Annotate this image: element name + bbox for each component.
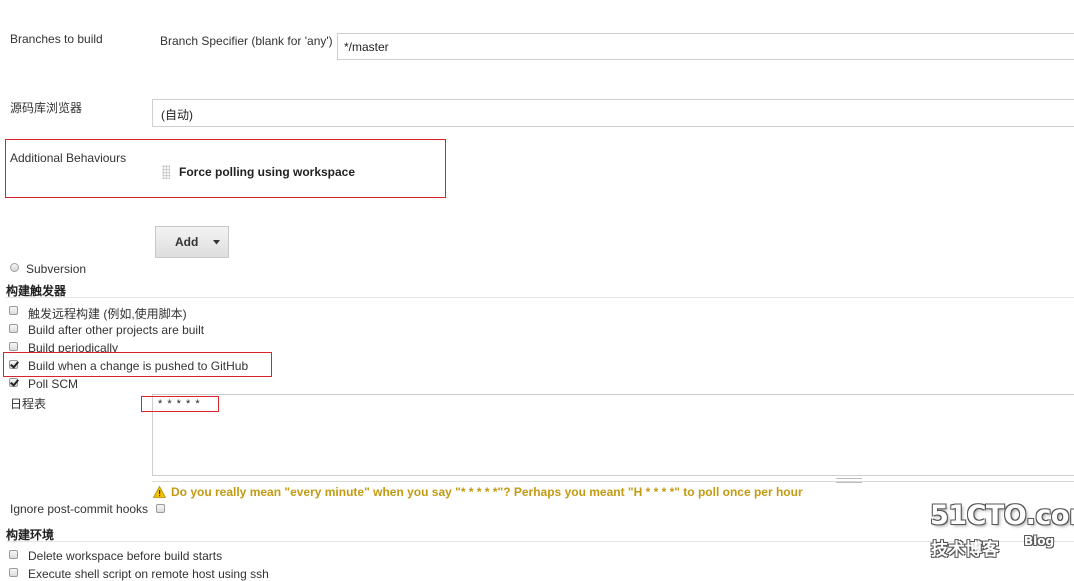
schedule-label: 日程表: [10, 397, 47, 411]
section-divider: [6, 541, 1074, 542]
subversion-radio[interactable]: [10, 263, 19, 272]
schedule-textarea[interactable]: [152, 394, 1074, 476]
add-button-label: Add: [175, 235, 199, 249]
branches-to-build-label: Branches to build: [10, 32, 103, 46]
trigger-remote-checkbox[interactable]: [9, 306, 18, 315]
execute-ssh-checkbox[interactable]: [9, 568, 18, 577]
trigger-poll-scm-checkbox[interactable]: [9, 378, 18, 387]
ignore-hooks-label: Ignore post-commit hooks: [10, 502, 149, 516]
section-divider: [6, 297, 1074, 298]
trigger-poll-scm-label: Poll SCM: [28, 377, 79, 391]
branch-specifier-label: Branch Specifier (blank for 'any'): [160, 34, 333, 48]
delete-workspace-checkbox[interactable]: [9, 550, 18, 559]
trigger-periodically-checkbox[interactable]: [9, 342, 18, 351]
execute-ssh-label: Execute shell script on remote host usin…: [28, 567, 269, 581]
branch-specifier-input[interactable]: [337, 33, 1074, 60]
delete-workspace-label: Delete workspace before build starts: [28, 549, 223, 563]
behaviour-force-polling: Force polling using workspace: [179, 165, 356, 179]
add-behaviour-button[interactable]: Add: [155, 226, 229, 258]
repo-browser-selected-value: (自动): [161, 108, 193, 122]
subversion-label: Subversion: [26, 262, 87, 276]
schedule-value: * * * * *: [158, 398, 201, 410]
trigger-after-projects-checkbox[interactable]: [9, 324, 18, 333]
watermark-tagline: 技术博客: [931, 540, 999, 560]
drag-handle-icon[interactable]: [162, 165, 170, 179]
repo-browser-select[interactable]: (自动): [152, 99, 1074, 127]
ignore-hooks-checkbox[interactable]: [156, 504, 165, 513]
chevron-down-icon: [213, 240, 220, 245]
watermark-blog: Blog: [1024, 534, 1055, 548]
repo-browser-label: 源码库浏览器: [10, 101, 83, 115]
textarea-bottom-border: [152, 481, 1074, 482]
trigger-after-projects-label: Build after other projects are built: [28, 323, 205, 337]
trigger-remote-label: 触发远程构建 (例如,使用脚本): [28, 307, 187, 321]
additional-behaviours-label: Additional Behaviours: [10, 151, 127, 165]
watermark-site: 51CTO.com: [930, 500, 1074, 531]
trigger-github-push-checkbox[interactable]: [9, 360, 18, 369]
cron-warning-text: Do you really mean "every minute" when y…: [171, 485, 803, 499]
trigger-github-push-label: Build when a change is pushed to GitHub: [28, 359, 249, 373]
warning-triangle-icon: [153, 486, 166, 498]
